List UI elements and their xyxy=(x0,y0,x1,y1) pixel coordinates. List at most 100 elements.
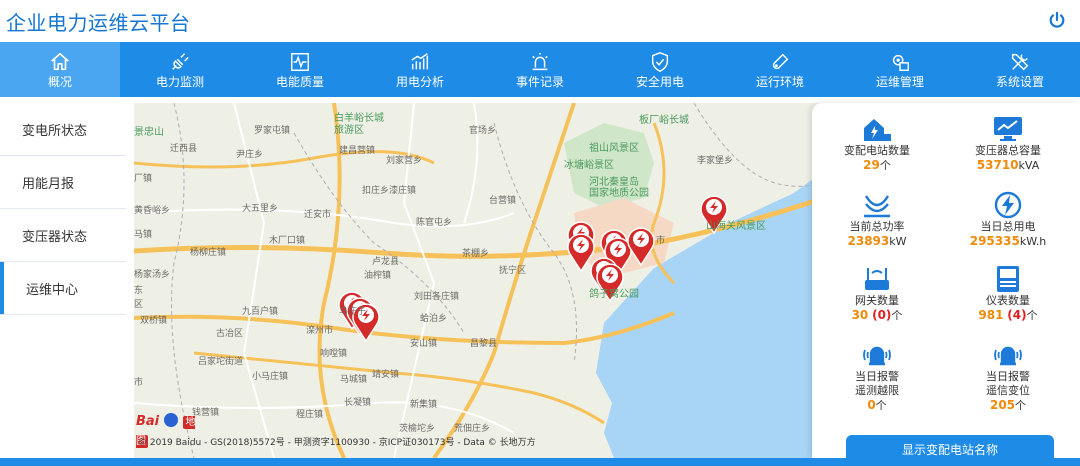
stat-label: 变配电站数量 xyxy=(844,144,910,157)
alarm-bell-icon xyxy=(863,346,891,366)
nav-environment[interactable]: 运行环境 xyxy=(720,42,840,97)
sidebar-item-ops-center[interactable]: 运维中心 xyxy=(0,262,126,315)
map-label: 板厂峪长城 xyxy=(639,115,689,126)
map-label: 冰塘峪景区 xyxy=(564,160,614,171)
baidu-paw-icon xyxy=(164,413,179,427)
stat-unit: kW xyxy=(889,235,907,248)
tools-icon xyxy=(1011,53,1029,70)
stat-label: 当日报警 xyxy=(986,370,1030,383)
stat-value: 23893 xyxy=(847,234,890,248)
map-label: 迁西县 xyxy=(170,144,198,154)
stat-total-power: 当前总功率 23893kW xyxy=(812,190,942,249)
stat-meter-count: 仪表数量 981 (4)个 xyxy=(943,264,1073,323)
stat-alert: (4) xyxy=(1007,308,1027,322)
nav-maintenance[interactable]: 运维管理 xyxy=(840,42,960,97)
map-label: 漆庄镇 xyxy=(389,186,417,196)
map-label: 祖山风景区 xyxy=(589,143,639,154)
stat-alarm-signal: 当日报警 遥信变位 205个 xyxy=(943,340,1073,413)
map-label: 靖安镇 xyxy=(372,370,400,380)
map-label: 程庄镇 xyxy=(296,410,324,420)
app-title: 企业电力运维云平台 xyxy=(6,11,191,35)
map-label: 扣庄乡 xyxy=(362,186,390,196)
main-nav: 概况 电力监测 电能质量 用电分析 事件记录 安全用电 运行环境 运维管理 系统… xyxy=(0,42,1080,97)
nav-power-quality[interactable]: 电能质量 xyxy=(240,42,360,97)
stat-value: 205 xyxy=(989,398,1016,412)
lightning-circle-icon xyxy=(994,191,1022,219)
alarm-bell-icon xyxy=(994,346,1022,366)
stat-transformer-capacity: 变压器总容量 53710kVA xyxy=(943,114,1073,173)
meter-icon xyxy=(997,266,1019,292)
power-icon[interactable] xyxy=(1048,11,1066,29)
nav-label: 事件记录 xyxy=(515,74,564,89)
shield-check-icon xyxy=(651,51,669,72)
map-label: 双桥镇 xyxy=(140,316,168,326)
sidebar-item-energy-monthly[interactable]: 用能月报 xyxy=(0,156,126,209)
map-label: 滦州市 xyxy=(306,326,334,336)
stat-value: 295335 xyxy=(969,234,1020,248)
map-label: 九百户镇 xyxy=(242,307,279,317)
map-label: 油榨镇 xyxy=(364,271,392,281)
map-label: 木厂口镇 xyxy=(269,236,306,246)
map-label: 小马庄镇 xyxy=(252,372,289,382)
baidu-map-logo: Bai 地图 xyxy=(136,410,198,448)
map-label: 长凝镇 xyxy=(344,398,372,408)
stat-value: 981 xyxy=(978,308,1004,322)
nav-label: 用电分析 xyxy=(395,74,444,89)
thermometer-icon xyxy=(772,53,789,69)
map-label: 茶棚乡 xyxy=(462,249,490,259)
stat-unit: kVA xyxy=(1018,159,1040,172)
map-label: 区 xyxy=(134,300,144,310)
nav-safety[interactable]: 安全用电 xyxy=(600,42,720,97)
map-label: 古冶区 xyxy=(216,329,244,339)
nav-settings[interactable]: 系统设置 xyxy=(960,42,1080,97)
map-label: 茨榆坨乡 xyxy=(399,424,436,434)
stat-value: 0 xyxy=(867,398,876,412)
nav-label: 安全用电 xyxy=(635,74,684,89)
bar-chart-icon xyxy=(411,52,429,69)
stat-label: 当前总功率 xyxy=(849,220,905,233)
map-label: 蛤泊乡 xyxy=(420,314,448,324)
stat-label: 遥信变位 xyxy=(986,384,1030,397)
stat-value: 30 xyxy=(851,308,869,322)
power-station-marker[interactable] xyxy=(567,233,595,273)
map-label: 杨柳庄镇 xyxy=(190,248,227,258)
map-label: 李家堡乡 xyxy=(697,156,734,166)
map-label: 马城镇 xyxy=(340,375,368,385)
stat-label: 当日总用电 xyxy=(980,220,1036,233)
map-label: 市 xyxy=(656,236,666,246)
alarm-light-icon xyxy=(532,52,548,70)
map-label: 大五里乡 xyxy=(242,204,279,214)
map-label: 响嘡镇 xyxy=(320,349,348,359)
stat-label: 仪表数量 xyxy=(986,294,1030,307)
map-label: 刘田各庄镇 xyxy=(414,292,460,302)
power-curve-icon xyxy=(864,195,890,218)
map-label: 鸽子窝公园 xyxy=(589,289,639,300)
sidebar-item-transformer-status[interactable]: 变压器状态 xyxy=(0,209,126,262)
map-label: 国家地质公园 xyxy=(589,188,649,199)
map-label: 厂镇 xyxy=(134,174,153,184)
stat-alert: (0) xyxy=(872,308,892,322)
nav-event-log[interactable]: 事件记录 xyxy=(480,42,600,97)
sidebar-item-substation-status[interactable]: 变电所状态 xyxy=(0,103,126,156)
router-icon xyxy=(865,268,889,290)
map-label: 黄昏峪乡 xyxy=(134,206,171,216)
map-label: 卢龙县 xyxy=(372,257,400,267)
nav-label: 概况 xyxy=(47,74,72,89)
stat-label: 网关数量 xyxy=(855,294,899,307)
map-label: 官场乡 xyxy=(469,126,497,136)
nav-usage-analysis[interactable]: 用电分析 xyxy=(360,42,480,97)
gear-doc-icon xyxy=(892,54,909,71)
nav-overview[interactable]: 概况 xyxy=(0,42,120,97)
stat-unit: 个 xyxy=(1015,399,1027,412)
nav-power-monitor[interactable]: 电力监测 xyxy=(120,42,240,97)
map-label: 旅游区 xyxy=(334,125,364,136)
stat-station-count: 变配电站数量 29个 xyxy=(812,114,942,173)
nav-label: 电力监测 xyxy=(155,74,204,89)
map-copyright: © 2019 Baidu - GS(2018)5572号 - 甲测资字11009… xyxy=(138,438,536,448)
stat-unit: 个 xyxy=(891,309,903,322)
stat-unit: 个 xyxy=(1026,309,1038,322)
nav-label: 系统设置 xyxy=(995,74,1044,89)
map-label: 尹庄乡 xyxy=(236,150,264,160)
map-label: 陈官屯乡 xyxy=(416,218,453,228)
map-label: 荒佃庄乡 xyxy=(454,424,491,434)
